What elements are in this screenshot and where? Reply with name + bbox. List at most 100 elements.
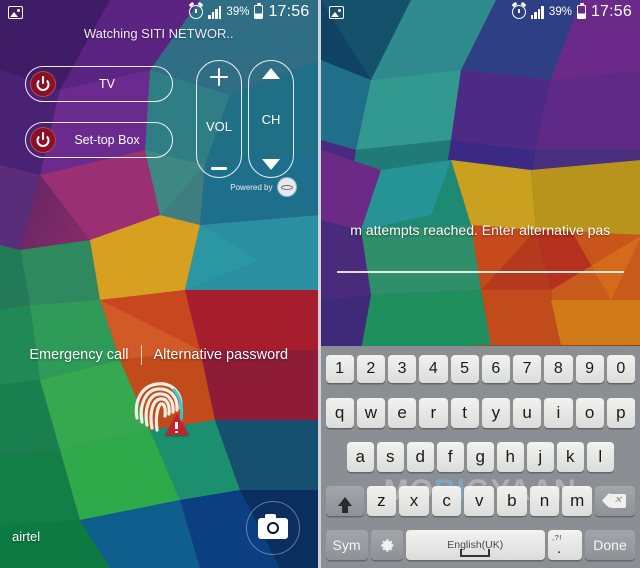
- alarm-icon: [511, 5, 526, 19]
- channel-label: CH: [261, 111, 281, 127]
- status-bar-right: 39% 17:56: [321, 0, 640, 24]
- key-2[interactable]: 2: [356, 355, 385, 383]
- key-5[interactable]: 5: [450, 355, 479, 383]
- key-i[interactable]: i: [544, 398, 573, 428]
- done-key[interactable]: Done: [585, 530, 635, 560]
- tv-remote-widget: TV Set-top Box VOL CH: [0, 60, 318, 190]
- key-y[interactable]: y: [481, 398, 510, 428]
- lockscreen-actions: Emergency call Alternative password: [0, 345, 318, 365]
- camera-shortcut-button[interactable]: [245, 501, 300, 555]
- keyboard-row-function: Sym English(UK) ,?! . Done: [324, 528, 638, 562]
- key-s[interactable]: s: [376, 442, 404, 472]
- key-m[interactable]: m: [562, 486, 592, 516]
- sym-key[interactable]: Sym: [325, 530, 368, 560]
- backspace-icon: ✕: [604, 494, 626, 508]
- backspace-key[interactable]: ✕: [594, 486, 635, 516]
- password-input-underline[interactable]: [336, 271, 624, 273]
- key-o[interactable]: o: [575, 398, 604, 428]
- set-top-box-button-label: Set-top Box: [74, 133, 140, 147]
- key-t[interactable]: t: [450, 398, 479, 428]
- status-clock: 17:56: [590, 3, 632, 20]
- on-screen-keyboard: MOBIGYAAN 1 2 3 4 5 6 7 8 9 0 q w e r t …: [320, 346, 640, 568]
- space-underline-icon: [460, 549, 491, 557]
- key-g[interactable]: g: [466, 442, 494, 472]
- volume-down-button[interactable]: [211, 167, 227, 170]
- punctuation-main: .: [557, 540, 562, 557]
- key-3[interactable]: 3: [388, 355, 417, 383]
- volume-pad: VOL: [196, 60, 242, 178]
- channel-down-button[interactable]: [262, 159, 280, 170]
- battery-percent-label: 39%: [548, 6, 572, 18]
- key-f[interactable]: f: [436, 442, 464, 472]
- key-u[interactable]: u: [513, 398, 542, 428]
- key-r[interactable]: r: [419, 398, 448, 428]
- camera-icon: [257, 513, 288, 539]
- key-7[interactable]: 7: [513, 355, 542, 383]
- emergency-call-link[interactable]: Emergency call: [29, 347, 128, 363]
- signal-bars-icon: [530, 5, 544, 19]
- key-w[interactable]: w: [356, 398, 385, 428]
- status-left-icons: [328, 5, 344, 19]
- signal-bars-icon: [208, 5, 222, 19]
- key-z[interactable]: z: [366, 486, 397, 516]
- image-icon: [328, 5, 344, 19]
- keyboard-row-home: a s d f g h j k l: [324, 440, 638, 474]
- watching-label: Watching SITI NETWOR..: [83, 26, 234, 41]
- keyboard-settings-key[interactable]: [370, 530, 403, 560]
- status-right-icons: 39% 17:56: [511, 2, 632, 21]
- carrier-label: airtel: [12, 529, 41, 544]
- fingerprint-icon[interactable]: [133, 378, 189, 440]
- password-attempts-message: m attempts reached. Enter alternative pa…: [350, 222, 611, 238]
- status-bar-left: 39% 17:56: [0, 0, 318, 24]
- image-icon: [8, 5, 23, 19]
- key-q[interactable]: q: [325, 398, 354, 428]
- battery-icon: [576, 2, 586, 19]
- status-right-icons: 39% 17:56: [189, 2, 310, 21]
- key-d[interactable]: d: [406, 442, 434, 472]
- key-0[interactable]: 0: [606, 355, 635, 383]
- key-c[interactable]: c: [431, 486, 462, 516]
- power-icon: [30, 71, 56, 97]
- gear-icon: [378, 537, 395, 554]
- key-6[interactable]: 6: [481, 355, 510, 383]
- left-phone-screen: 39% 17:56 Watching SITI NETWOR.. TV Set-…: [0, 0, 318, 568]
- battery-percent-label: 39%: [226, 6, 250, 18]
- key-v[interactable]: v: [464, 486, 495, 516]
- key-h[interactable]: h: [496, 442, 524, 472]
- alarm-icon: [189, 5, 204, 19]
- key-8[interactable]: 8: [544, 355, 573, 383]
- tv-power-button[interactable]: TV: [25, 66, 173, 102]
- key-b[interactable]: b: [497, 486, 527, 516]
- volume-up-button[interactable]: [210, 68, 228, 86]
- shift-icon: [337, 496, 352, 513]
- action-divider: [140, 345, 142, 365]
- dual-screenshot-composite: 39% 17:56 Watching SITI NETWOR.. TV Set-…: [0, 0, 640, 568]
- key-4[interactable]: 4: [419, 355, 448, 383]
- channel-pad: CH: [248, 60, 294, 178]
- space-key[interactable]: English(UK): [405, 530, 545, 560]
- powered-by-badge: Powered by: [230, 178, 296, 196]
- key-e[interactable]: e: [388, 398, 417, 428]
- key-n[interactable]: n: [529, 486, 560, 516]
- status-clock: 17:56: [268, 3, 310, 20]
- warning-triangle-icon: [164, 414, 189, 435]
- status-left-icons: [8, 5, 23, 19]
- key-x[interactable]: x: [399, 486, 429, 516]
- key-a[interactable]: a: [346, 442, 374, 472]
- keyboard-row-bottom: z x c v b n m ✕: [324, 484, 638, 518]
- battery-icon: [254, 2, 264, 19]
- key-p[interactable]: p: [606, 398, 635, 428]
- shift-key[interactable]: [325, 486, 364, 516]
- channel-up-button[interactable]: [262, 68, 280, 79]
- key-k[interactable]: k: [556, 442, 584, 472]
- key-9[interactable]: 9: [575, 355, 604, 383]
- key-1[interactable]: 1: [325, 355, 354, 383]
- set-top-box-power-button[interactable]: Set-top Box: [25, 122, 173, 158]
- keyboard-row-top: q w e r t y u i o p: [324, 396, 638, 430]
- punctuation-key[interactable]: ,?! .: [548, 530, 582, 560]
- powered-by-label: Powered by: [230, 182, 273, 192]
- key-j[interactable]: j: [526, 442, 554, 472]
- keyboard-row-numbers: 1 2 3 4 5 6 7 8 9 0: [324, 352, 638, 386]
- key-l[interactable]: l: [586, 442, 614, 472]
- alternative-password-link[interactable]: Alternative password: [154, 347, 289, 363]
